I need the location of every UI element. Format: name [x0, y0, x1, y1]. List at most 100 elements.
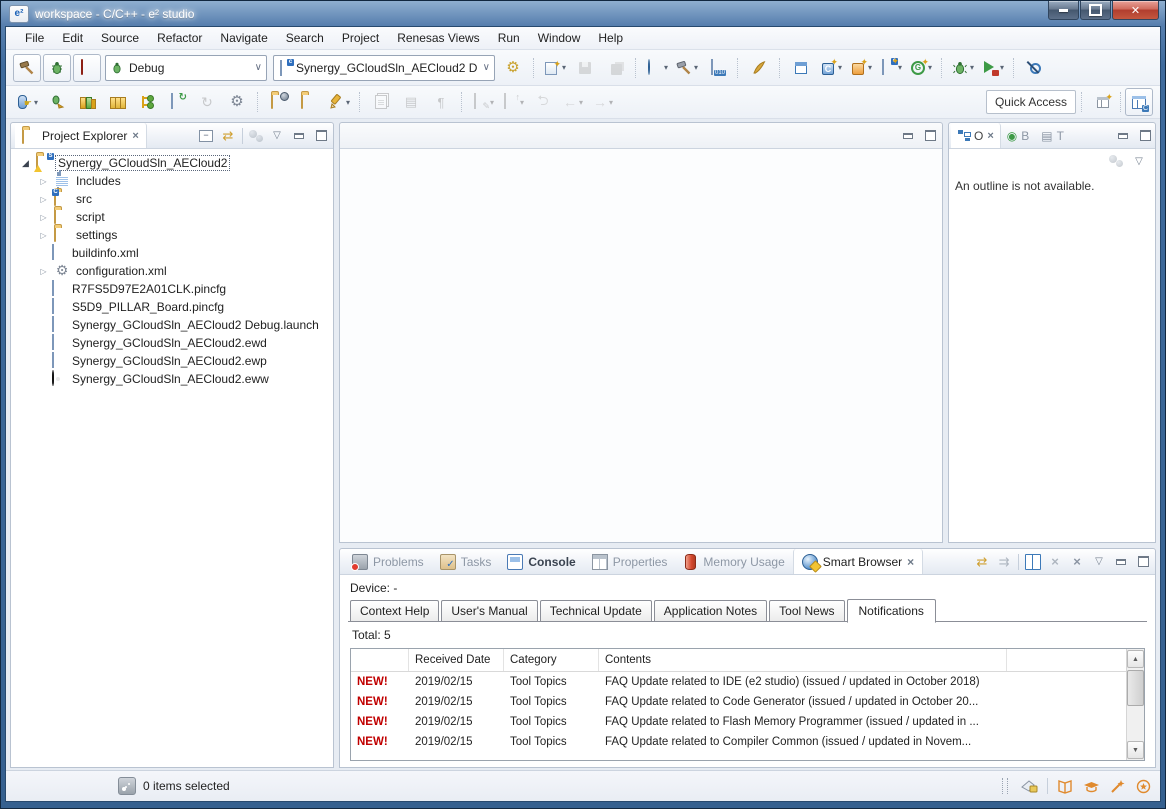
subtab-context-help[interactable]: Context Help [350, 600, 439, 622]
mark-occurrences-button[interactable]: ▾ [325, 88, 353, 116]
minimize-view-icon[interactable] [291, 128, 307, 144]
refresh-button[interactable]: ↻ [193, 88, 221, 116]
tab-smart-browser[interactable]: Smart Browser× [793, 549, 923, 574]
open-view-button[interactable] [787, 54, 815, 82]
quick-access-button[interactable]: Quick Access [986, 90, 1076, 114]
scroll-up-icon[interactable]: ▲ [1127, 650, 1144, 668]
training-cap-icon[interactable] [1083, 779, 1100, 794]
stop-button[interactable] [73, 54, 101, 82]
close-icon[interactable]: × [907, 555, 914, 569]
binary-file-button[interactable]: 010 [703, 54, 731, 82]
collapse-all-button[interactable]: − [198, 128, 214, 144]
user-manual-icon[interactable] [1057, 779, 1074, 794]
menu-refactor[interactable]: Refactor [148, 29, 211, 47]
maximize-view-icon[interactable] [922, 128, 938, 144]
tree-item-eww[interactable]: Synergy_GCloudSln_AECloud2.eww [13, 370, 333, 388]
community-badge-icon[interactable] [1135, 779, 1152, 794]
wizard-wand-icon[interactable] [1109, 779, 1126, 794]
titlebar[interactable]: e² workspace - C/C++ - e² studio ✕ [5, 1, 1161, 26]
forward-button[interactable]: →▾ [589, 88, 617, 116]
menu-run[interactable]: Run [489, 29, 529, 47]
tree-item-pincfg1[interactable]: R7FS5D97E2A01CLK.pincfg [13, 280, 333, 298]
focus-icon[interactable] [249, 130, 263, 142]
previous-annotation-button[interactable]: ↑▾ [499, 88, 527, 116]
restore-button[interactable] [1080, 1, 1111, 20]
show-source-button[interactable]: ▤ [397, 88, 425, 116]
tab-console[interactable]: Console [499, 549, 583, 574]
manual-book-icon[interactable] [1025, 554, 1041, 570]
coverage-button[interactable] [73, 88, 101, 116]
run-secure-button[interactable]: ▾ [979, 54, 1007, 82]
tab-properties[interactable]: Properties [584, 549, 676, 574]
menu-navigate[interactable]: Navigate [211, 29, 276, 47]
maximize-view-icon[interactable] [1135, 554, 1151, 570]
debug-as-button[interactable]: ▾ [949, 54, 977, 82]
view-menu-icon[interactable]: ▽ [1131, 153, 1147, 169]
minimize-view-icon[interactable] [1115, 128, 1131, 144]
editor-area[interactable] [339, 122, 943, 543]
debug-config-combo[interactable]: Debug ∨ [105, 55, 267, 81]
tab-problems[interactable]: Problems [344, 549, 432, 574]
tree-item-ewp[interactable]: Synergy_GCloudSln_AECloud2.ewp [13, 352, 333, 370]
tree-item-configuration[interactable]: ▷ ⚙ configuration.xml [13, 262, 333, 280]
new-synergy-project-button[interactable]: ✦▾ [847, 54, 875, 82]
table-row[interactable]: NEW! 2019/02/15 Tool Topics FAQ Update r… [351, 712, 1144, 732]
new-c-file-button[interactable]: c✦▾ [877, 54, 905, 82]
menu-edit[interactable]: Edit [53, 29, 92, 47]
subtab-tool-news[interactable]: Tool News [769, 600, 844, 622]
trace-button[interactable] [745, 54, 773, 82]
tree-item-buildinfo[interactable]: buildinfo.xml [13, 244, 333, 262]
profiling-button[interactable]: ☛▾ [13, 88, 41, 116]
build-variables-button[interactable] [367, 88, 395, 116]
minimize-button[interactable] [1048, 1, 1079, 20]
debug-browser-button[interactable]: ▾ [643, 54, 671, 82]
new-c-project-button[interactable]: C✦▾ [817, 54, 845, 82]
configure-button[interactable]: ⚙ [223, 88, 251, 116]
expand-arrow-icon[interactable]: ▷ [37, 213, 50, 222]
menu-renesas-views[interactable]: Renesas Views [388, 29, 489, 47]
subtab-technical-update[interactable]: Technical Update [540, 600, 652, 622]
view-menu-icon[interactable]: ▽ [269, 128, 285, 144]
minimize-view-icon[interactable] [1113, 554, 1129, 570]
tab-tasks[interactable]: Tasks [432, 549, 500, 574]
show-whitespace-button[interactable]: ¶ [427, 88, 455, 116]
call-tree-button[interactable] [133, 88, 161, 116]
focus-icon[interactable] [1109, 155, 1123, 167]
menu-window[interactable]: Window [529, 29, 590, 47]
menu-project[interactable]: Project [333, 29, 388, 47]
menu-source[interactable]: Source [92, 29, 148, 47]
toggle-search-button[interactable] [1021, 54, 1049, 82]
open-perspective-button[interactable]: ✦ [1089, 88, 1117, 116]
save-button[interactable] [571, 54, 599, 82]
maximize-view-icon[interactable] [1137, 128, 1153, 144]
reload-generated-button[interactable]: ↻ [163, 88, 191, 116]
expand-arrow-icon[interactable]: ◢ [19, 158, 32, 169]
table-header[interactable]: Received Date Category Contents [351, 649, 1144, 672]
open-folder-button[interactable] [295, 88, 323, 116]
editor-empty-area[interactable] [340, 149, 942, 542]
tab-breakpoints[interactable]: ◉ B [1001, 123, 1036, 148]
tree-item-settings[interactable]: ▷ settings [13, 226, 333, 244]
table-scrollbar[interactable]: ▲ ▼ [1126, 649, 1144, 760]
subtab-application-notes[interactable]: Application Notes [654, 600, 767, 622]
expand-arrow-icon[interactable]: ▷ [37, 231, 50, 240]
expand-arrow-icon[interactable]: ▷ [37, 195, 50, 204]
minimize-view-icon[interactable] [900, 128, 916, 144]
debug-button[interactable] [43, 54, 71, 82]
menu-search[interactable]: Search [277, 29, 333, 47]
menu-help[interactable]: Help [589, 29, 632, 47]
delete-all-icon[interactable]: × [1069, 554, 1085, 570]
bookmark-lock-icon[interactable] [1021, 779, 1038, 794]
menu-file[interactable]: File [16, 29, 53, 47]
table-row[interactable]: NEW! 2019/02/15 Tool Topics FAQ Update r… [351, 672, 1144, 692]
scroll-down-icon[interactable]: ▼ [1127, 741, 1144, 759]
tree-item-project[interactable]: ◢ S Synergy_GCloudSln_AECloud2 [13, 154, 333, 172]
delete-icon[interactable]: × [1047, 554, 1063, 570]
sync-icon[interactable]: ⇄ [974, 554, 990, 570]
back-to-button[interactable]: ⮌ [529, 88, 557, 116]
table-row[interactable]: NEW! 2019/02/15 Tool Topics FAQ Update r… [351, 692, 1144, 712]
last-edit-button[interactable]: ✎▾ [469, 88, 497, 116]
project-explorer-tab[interactable]: Project Explorer × [15, 123, 147, 148]
tree-item-pincfg2[interactable]: S5D9_PILLAR_Board.pincfg [13, 298, 333, 316]
table-row[interactable]: NEW! 2019/02/15 Tool Topics FAQ Update r… [351, 732, 1144, 752]
